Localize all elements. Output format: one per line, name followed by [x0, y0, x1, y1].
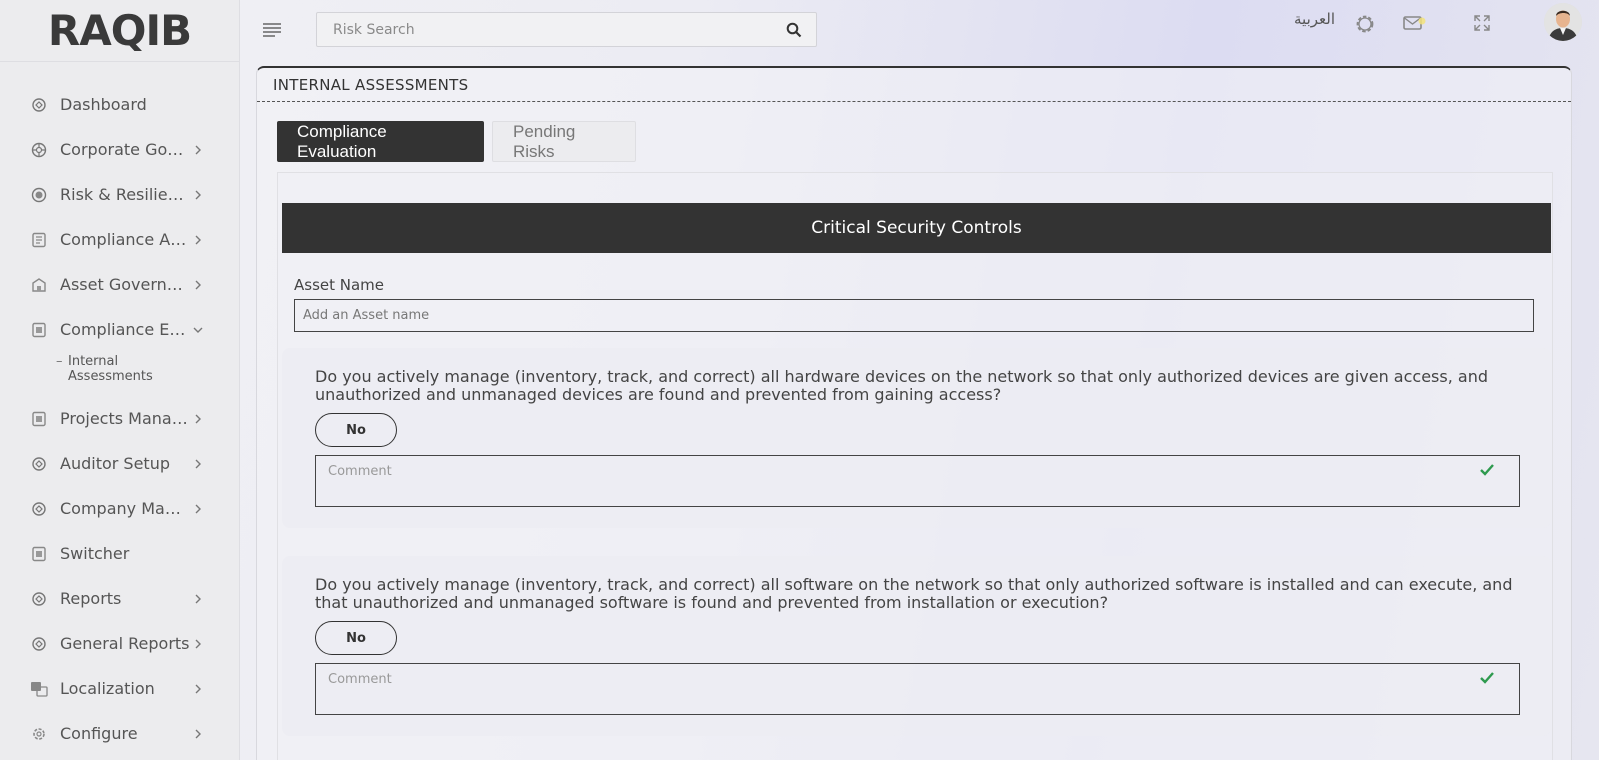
dashboard-icon — [30, 96, 48, 114]
logo-text: RAQIB — [47, 6, 192, 55]
top-header: العربية — [240, 0, 1599, 62]
risk-icon — [30, 186, 48, 204]
mail-icon[interactable] — [1403, 13, 1426, 35]
evaluation-icon — [30, 321, 48, 339]
sidebar-item-dashboard[interactable]: Dashboard — [0, 82, 239, 127]
configure-icon — [30, 725, 48, 743]
switcher-icon — [30, 545, 48, 563]
sidebar-item-projects-management[interactable]: Projects Management — [0, 396, 239, 441]
sidebar-item-risk-resilience[interactable]: Risk & Resilience — [0, 172, 239, 217]
main-panel: INTERNAL ASSESSMENTS Compliance Evaluati… — [256, 66, 1572, 760]
check-icon — [1478, 461, 1496, 479]
company-icon — [30, 500, 48, 518]
check-icon — [1478, 669, 1496, 687]
sidebar-subitem-internal-assessments[interactable]: – Internal Assessments — [0, 352, 239, 396]
page-title: INTERNAL ASSESSMENTS — [257, 68, 1571, 102]
asset-icon — [30, 276, 48, 294]
answer-button[interactable]: No — [315, 413, 397, 447]
sidebar-item-switcher[interactable]: Switcher — [0, 531, 239, 576]
chevron-right-icon — [193, 684, 203, 694]
sidebar-subitem-label: Internal Assessments — [68, 354, 153, 384]
sidebar-subitem-label-line1: Internal — [68, 354, 119, 369]
chevron-right-icon — [193, 729, 203, 739]
search-input[interactable] — [317, 13, 816, 46]
sidebar-item-label: Dashboard — [60, 95, 147, 114]
sidebar-item-asset-governance[interactable]: Asset Governance — [0, 262, 239, 307]
projects-icon — [30, 410, 48, 428]
question-card: Do you actively manage (inventory, track… — [282, 348, 1551, 528]
sidebar-item-corporate-governance[interactable]: Corporate Governance — [0, 127, 239, 172]
chevron-right-icon — [193, 235, 203, 245]
governance-icon — [30, 141, 48, 159]
sidebar-nav: Dashboard Corporate Governance Risk & Re… — [0, 62, 239, 756]
comment-field[interactable] — [315, 455, 1520, 507]
sidebar-item-label: Company Management — [60, 499, 190, 518]
question-card: Do you actively manage (inventory, track… — [282, 556, 1551, 736]
sidebar-item-compliance-assessment[interactable]: Compliance Assessment — [0, 217, 239, 262]
sidebar-item-label: Configure — [60, 724, 138, 743]
section-header: Critical Security Controls — [282, 203, 1551, 253]
reports-icon — [30, 590, 48, 608]
tab-bar: Compliance Evaluation Pending Risks — [277, 121, 644, 162]
sidebar-item-configure[interactable]: Configure — [0, 711, 239, 756]
sidebar-item-label: Compliance Assessment — [60, 230, 190, 249]
comment-field[interactable] — [315, 663, 1520, 715]
sidebar-item-localization[interactable]: Localization — [0, 666, 239, 711]
logo[interactable]: RAQIB — [0, 0, 239, 62]
dash-icon: – — [56, 354, 63, 369]
asset-name-label: Asset Name — [294, 276, 385, 294]
chevron-right-icon — [193, 594, 203, 604]
language-switch[interactable]: العربية — [1294, 10, 1335, 28]
chevron-down-icon — [193, 325, 203, 335]
chevron-right-icon — [193, 459, 203, 469]
compliance-icon — [30, 231, 48, 249]
sidebar-item-reports[interactable]: Reports — [0, 576, 239, 621]
sidebar-item-label: Projects Management — [60, 409, 190, 428]
chevron-right-icon — [193, 145, 203, 155]
question-text: Do you actively manage (inventory, track… — [315, 367, 1488, 404]
sidebar-item-general-reports[interactable]: General Reports — [0, 621, 239, 666]
sidebar-item-label: Corporate Governance — [60, 140, 190, 159]
chevron-right-icon — [193, 280, 203, 290]
sidebar: RAQIB Dashboard Corporate Governance Ris… — [0, 0, 240, 760]
general-reports-icon — [30, 635, 48, 653]
sidebar-item-label: Localization — [60, 679, 155, 698]
chevron-right-icon — [193, 504, 203, 514]
avatar[interactable] — [1544, 3, 1582, 41]
question-text: Do you actively manage (inventory, track… — [315, 575, 1513, 612]
sidebar-item-label: Auditor Setup — [60, 454, 170, 473]
sidebar-item-label: Switcher — [60, 544, 130, 563]
sidebar-item-auditor-setup[interactable]: Auditor Setup — [0, 441, 239, 486]
chevron-right-icon — [193, 414, 203, 424]
search-box — [316, 12, 817, 47]
sidebar-item-label: Compliance Evaluation — [60, 320, 190, 339]
tab-compliance-evaluation[interactable]: Compliance Evaluation — [277, 121, 484, 162]
settings-icon[interactable] — [1354, 13, 1376, 35]
sidebar-item-label: Reports — [60, 589, 122, 608]
sidebar-item-label: Asset Governance — [60, 275, 190, 294]
sidebar-item-label: General Reports — [60, 634, 190, 653]
answer-button[interactable]: No — [315, 621, 397, 655]
chevron-right-icon — [193, 639, 203, 649]
menu-icon[interactable] — [262, 22, 282, 40]
chevron-right-icon — [193, 190, 203, 200]
search-icon[interactable] — [786, 22, 802, 38]
fullscreen-icon[interactable] — [1472, 13, 1494, 35]
evaluation-card: Critical Security Controls Asset Name Do… — [277, 172, 1553, 760]
tab-pending-risks[interactable]: Pending Risks — [492, 121, 636, 162]
localization-icon — [30, 680, 48, 698]
sidebar-item-compliance-evaluation[interactable]: Compliance Evaluation — [0, 307, 239, 352]
auditor-icon — [30, 455, 48, 473]
sidebar-subitem-label-line2: Assessments — [68, 369, 153, 384]
sidebar-item-company-management[interactable]: Company Management — [0, 486, 239, 531]
sidebar-item-label: Risk & Resilience — [60, 185, 190, 204]
asset-name-input[interactable] — [294, 299, 1534, 332]
